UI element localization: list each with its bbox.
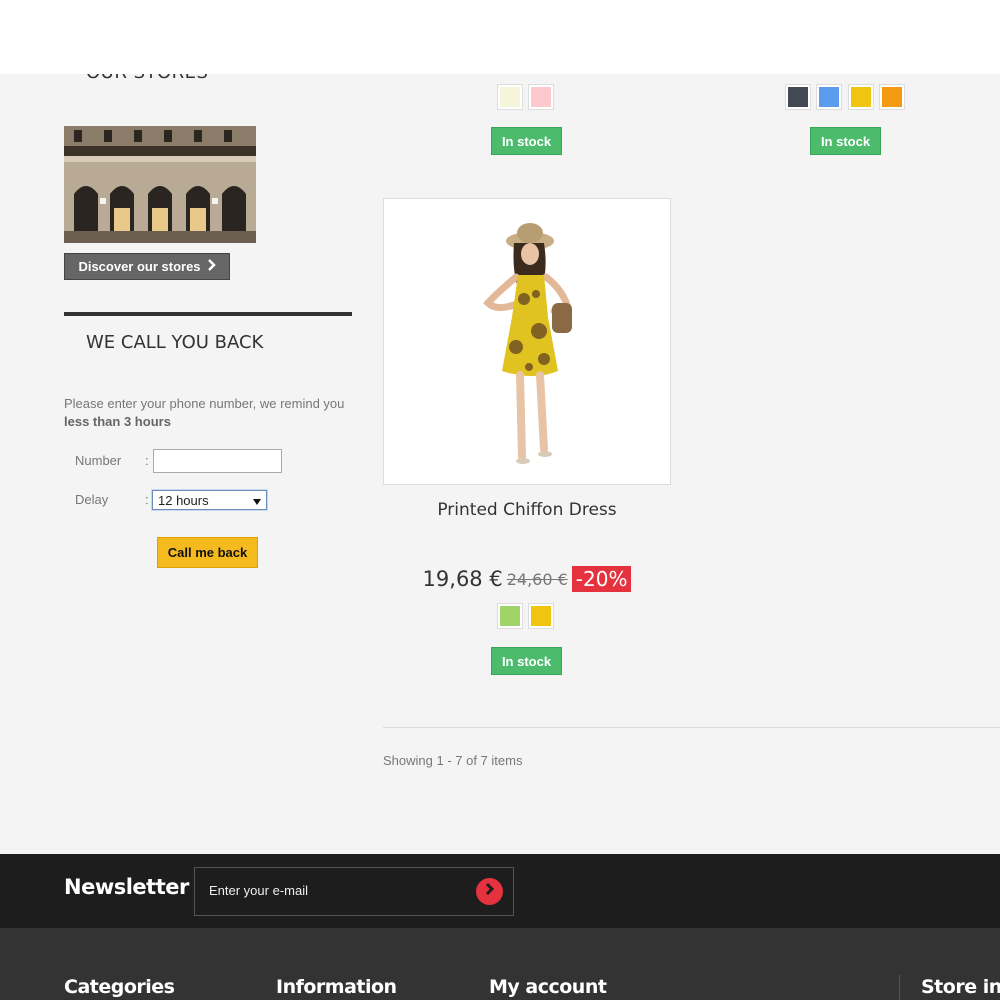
delay-label: Delay bbox=[75, 492, 109, 507]
footer-store-info-heading[interactable]: Store info bbox=[921, 976, 1000, 998]
top-header-bar bbox=[0, 0, 1000, 74]
chevron-right-icon bbox=[207, 259, 216, 274]
color-swatch[interactable] bbox=[785, 84, 811, 110]
discount-badge: -20% bbox=[571, 566, 632, 592]
newsletter-bar: Newsletter Enter your e-mail bbox=[0, 854, 1000, 928]
number-colon: : bbox=[145, 453, 149, 468]
delay-select-value: 12 hours bbox=[158, 492, 209, 508]
current-price: 19,68 € bbox=[422, 567, 503, 591]
old-price: 24,60 € bbox=[506, 569, 568, 589]
swatch-color bbox=[531, 87, 551, 107]
product-name[interactable]: Printed Chiffon Dress bbox=[383, 500, 671, 520]
color-swatch[interactable] bbox=[816, 84, 842, 110]
phone-number-input[interactable] bbox=[153, 449, 282, 473]
swatch-color bbox=[788, 87, 808, 107]
color-swatch[interactable] bbox=[528, 84, 554, 110]
store-photo[interactable] bbox=[64, 126, 256, 243]
footer-categories-heading[interactable]: Categories bbox=[64, 976, 175, 998]
swatch-color bbox=[531, 606, 551, 626]
delay-select[interactable]: 12 hours bbox=[152, 490, 267, 510]
footer: Categories Information My account Store … bbox=[0, 928, 1000, 1000]
newsletter-email-placeholder: Enter your e-mail bbox=[209, 883, 308, 898]
color-swatch[interactable] bbox=[879, 84, 905, 110]
color-swatch[interactable] bbox=[497, 603, 523, 629]
newsletter-submit-button[interactable] bbox=[476, 878, 503, 905]
delay-colon: : bbox=[145, 492, 149, 507]
swatch-color bbox=[819, 87, 839, 107]
section-divider bbox=[64, 312, 352, 316]
footer-divider bbox=[899, 975, 900, 1000]
newsletter-email-field[interactable]: Enter your e-mail bbox=[194, 867, 514, 916]
swatch-color bbox=[882, 87, 902, 107]
callback-description: Please enter your phone number, we remin… bbox=[64, 395, 354, 431]
swatch-color bbox=[500, 87, 520, 107]
in-stock-badge: In stock bbox=[810, 127, 881, 155]
newsletter-title: Newsletter bbox=[64, 875, 189, 899]
color-swatch[interactable] bbox=[528, 603, 554, 629]
discover-stores-button[interactable]: Discover our stores bbox=[64, 253, 230, 280]
footer-my-account-heading[interactable]: My account bbox=[489, 976, 607, 998]
in-stock-badge: In stock bbox=[491, 127, 562, 155]
callback-description-bold: less than 3 hours bbox=[64, 414, 171, 429]
swatch-color bbox=[851, 87, 871, 107]
product-image[interactable] bbox=[383, 198, 671, 485]
dropdown-arrow-icon bbox=[253, 493, 261, 508]
in-stock-badge: In stock bbox=[491, 647, 562, 675]
discover-stores-label: Discover our stores bbox=[78, 259, 201, 274]
listing-divider bbox=[383, 727, 1000, 728]
callback-description-text: Please enter your phone number, we remin… bbox=[64, 396, 345, 411]
price-row: 19,68 € 24,60 € -20% bbox=[383, 566, 671, 592]
number-label: Number bbox=[75, 453, 122, 468]
color-swatch[interactable] bbox=[497, 84, 523, 110]
footer-information-heading[interactable]: Information bbox=[276, 976, 397, 998]
color-swatch[interactable] bbox=[848, 84, 874, 110]
chevron-right-icon bbox=[485, 882, 495, 901]
swatch-color bbox=[500, 606, 520, 626]
pagination-summary: Showing 1 - 7 of 7 items bbox=[383, 753, 523, 768]
callback-heading: WE CALL YOU BACK bbox=[86, 332, 264, 353]
call-me-back-button[interactable]: Call me back bbox=[157, 537, 258, 568]
